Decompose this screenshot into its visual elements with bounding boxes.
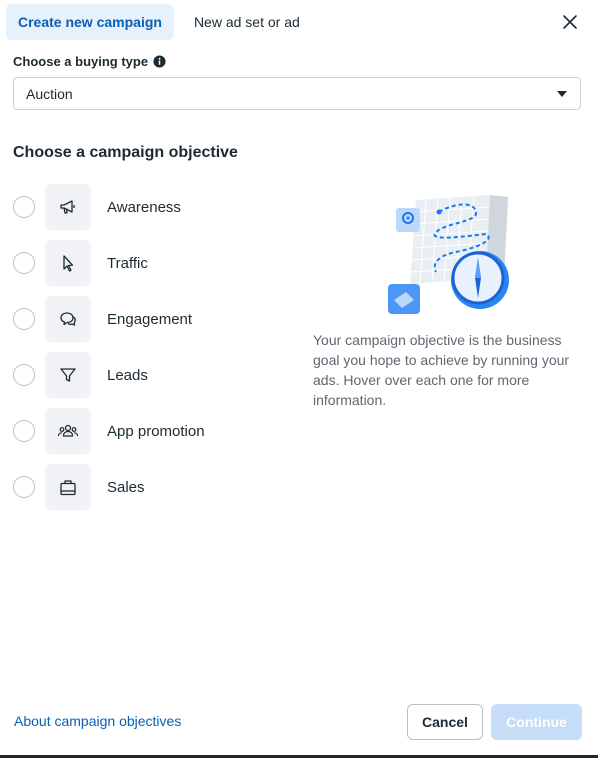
tab-create-new-campaign[interactable]: Create new campaign	[6, 4, 174, 40]
funnel-icon	[45, 352, 91, 398]
buying-type-value: Auction	[26, 85, 73, 102]
radio-sales[interactable]	[13, 476, 35, 498]
buying-type-select[interactable]: Auction	[13, 77, 581, 110]
chat-bubbles-icon	[45, 296, 91, 342]
objective-app-promotion[interactable]: App promotion	[13, 408, 205, 454]
tab-bar: Create new campaign New ad set or ad	[6, 4, 312, 40]
tab-new-ad-set-or-ad[interactable]: New ad set or ad	[182, 4, 312, 40]
buying-type-heading: Choose a buying type	[13, 54, 166, 69]
shopping-bag-icon	[45, 464, 91, 510]
objective-label: Sales	[107, 478, 145, 496]
objective-description: Your campaign objective is the business …	[313, 332, 570, 408]
megaphone-icon	[45, 184, 91, 230]
objective-awareness[interactable]: Awareness	[13, 184, 181, 230]
close-icon[interactable]	[560, 12, 580, 32]
objective-label: App promotion	[107, 422, 205, 440]
cancel-button[interactable]: Cancel	[407, 704, 483, 740]
objective-sales[interactable]: Sales	[13, 464, 145, 510]
objective-section-title: Choose a campaign objective	[13, 144, 238, 161]
people-icon	[45, 408, 91, 454]
cursor-icon	[45, 240, 91, 286]
objective-engagement[interactable]: Engagement	[13, 296, 192, 342]
objective-label: Traffic	[107, 254, 148, 272]
buying-type-label: Choose a buying type	[13, 54, 149, 69]
about-campaign-objectives-link[interactable]: About campaign objectives	[14, 713, 181, 729]
info-icon[interactable]	[153, 55, 166, 68]
objective-label: Engagement	[107, 310, 193, 328]
caret-down-icon	[557, 90, 567, 97]
radio-leads[interactable]	[13, 364, 35, 386]
radio-awareness[interactable]	[13, 196, 35, 218]
map-compass-illustration	[388, 195, 509, 314]
continue-button[interactable]: Continue	[491, 704, 582, 740]
radio-engagement[interactable]	[13, 308, 35, 330]
radio-traffic[interactable]	[13, 252, 35, 274]
objective-label: Leads	[107, 366, 148, 384]
objective-label: Awareness	[107, 198, 181, 216]
objective-leads[interactable]: Leads	[13, 352, 148, 398]
objective-traffic[interactable]: Traffic	[13, 240, 148, 286]
radio-app-promotion[interactable]	[13, 420, 35, 442]
